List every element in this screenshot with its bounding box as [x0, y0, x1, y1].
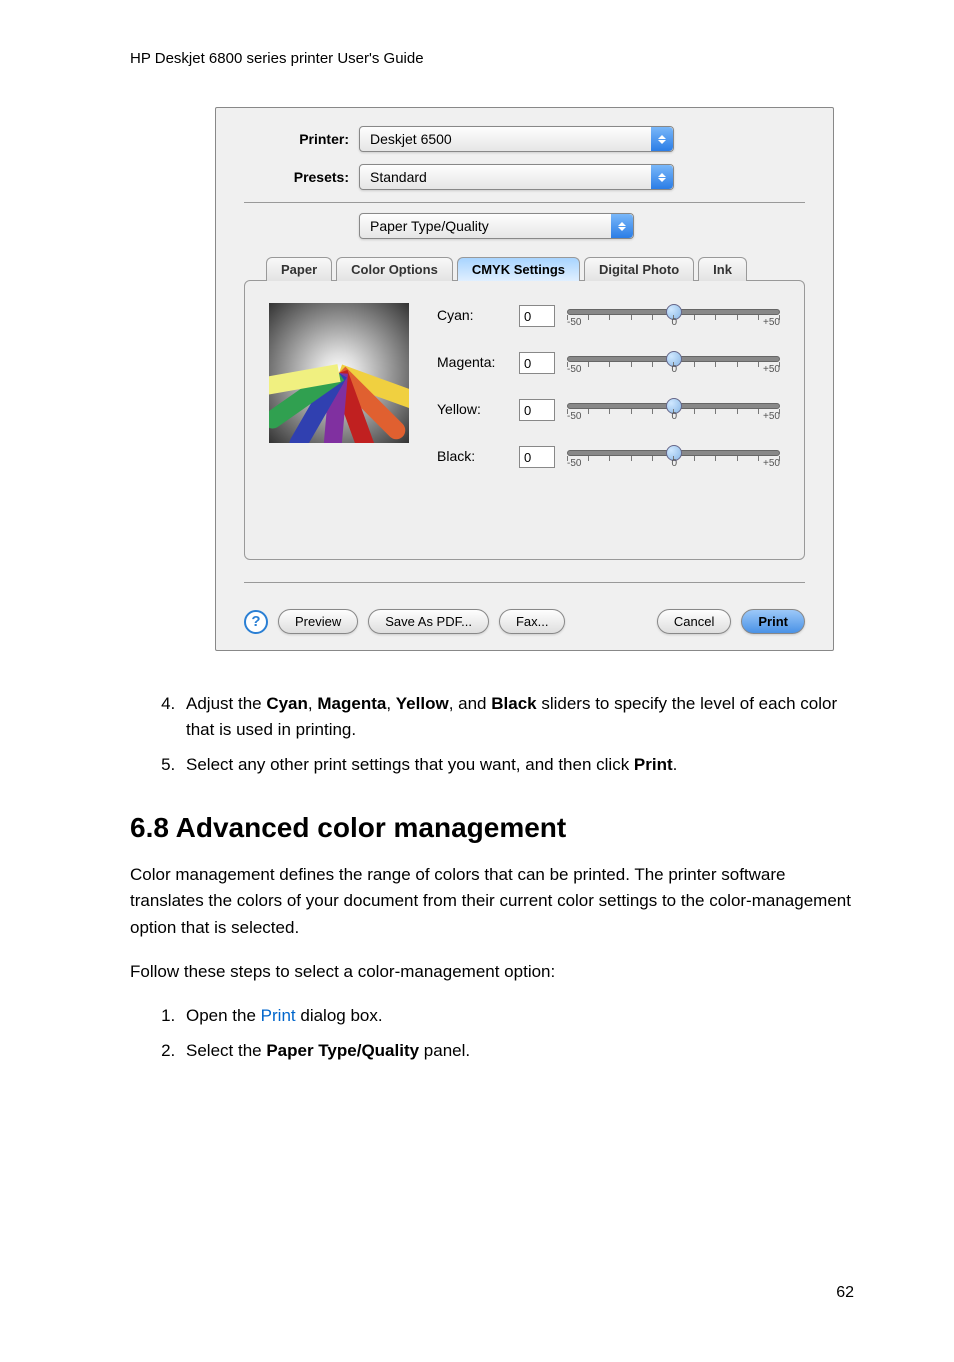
color-preview-image — [269, 303, 409, 443]
section-heading: 6.8 Advanced color management — [130, 812, 854, 844]
magenta-slider-row: Magenta: -500+50 — [437, 352, 780, 375]
presets-label: Presets: — [244, 169, 359, 185]
tab-cmyk-settings[interactable]: CMYK Settings — [457, 257, 580, 281]
yellow-slider-row: Yellow: -500+50 — [437, 399, 780, 422]
print-button[interactable]: Print — [741, 609, 805, 634]
cyan-slider-row: Cyan: -500+50 — [437, 305, 780, 328]
step-2: Select the Paper Type/Quality panel. — [180, 1038, 854, 1064]
printer-label: Printer: — [244, 131, 359, 147]
panel-select[interactable]: Paper Type/Quality — [359, 213, 634, 239]
magenta-label: Magenta: — [437, 352, 507, 370]
help-button[interactable]: ? — [244, 610, 268, 634]
tick-mid: 0 — [671, 411, 677, 422]
dropdown-arrows-icon — [651, 127, 673, 151]
cancel-button[interactable]: Cancel — [657, 609, 731, 634]
presets-value: Standard — [370, 169, 427, 185]
dropdown-arrows-icon — [611, 214, 633, 238]
cyan-label: Cyan: — [437, 305, 507, 323]
yellow-value-input[interactable] — [519, 399, 555, 421]
print-link[interactable]: Print — [261, 1006, 296, 1025]
page-number: 62 — [130, 1284, 854, 1302]
presets-select[interactable]: Standard — [359, 164, 674, 190]
page-header: HP Deskjet 6800 series printer User's Gu… — [130, 50, 854, 67]
fax-button[interactable]: Fax... — [499, 609, 566, 634]
preview-button[interactable]: Preview — [278, 609, 358, 634]
tab-digital-photo[interactable]: Digital Photo — [584, 257, 694, 281]
print-dialog: Printer: Deskjet 6500 Presets: Standard … — [215, 107, 834, 651]
tab-color-options[interactable]: Color Options — [336, 257, 453, 281]
save-as-pdf-button[interactable]: Save As PDF... — [368, 609, 489, 634]
black-slider-row: Black: -500+50 — [437, 446, 780, 469]
panel-value: Paper Type/Quality — [370, 218, 489, 234]
black-value-input[interactable] — [519, 446, 555, 468]
tick-mid: 0 — [671, 317, 677, 328]
tab-paper[interactable]: Paper — [266, 257, 332, 281]
tick-mid: 0 — [671, 364, 677, 375]
dropdown-arrows-icon — [651, 165, 673, 189]
paragraph-2: Follow these steps to select a color-man… — [130, 959, 854, 985]
tick-mid: 0 — [671, 458, 677, 469]
tab-ink[interactable]: Ink — [698, 257, 747, 281]
black-label: Black: — [437, 446, 507, 464]
paragraph-1: Color management defines the range of co… — [130, 862, 854, 941]
printer-select[interactable]: Deskjet 6500 — [359, 126, 674, 152]
tab-bar: Paper Color Options CMYK Settings Digita… — [266, 257, 805, 281]
step-1: Open the Print dialog box. — [180, 1003, 854, 1029]
step-5: Select any other print settings that you… — [180, 752, 854, 778]
magenta-value-input[interactable] — [519, 352, 555, 374]
printer-value: Deskjet 6500 — [370, 131, 452, 147]
cyan-value-input[interactable] — [519, 305, 555, 327]
cmyk-panel: Cyan: -500+50 Magenta: -500+50 — [244, 280, 805, 560]
step-4: Adjust the Cyan, Magenta, Yellow, and Bl… — [180, 691, 854, 744]
yellow-label: Yellow: — [437, 399, 507, 417]
